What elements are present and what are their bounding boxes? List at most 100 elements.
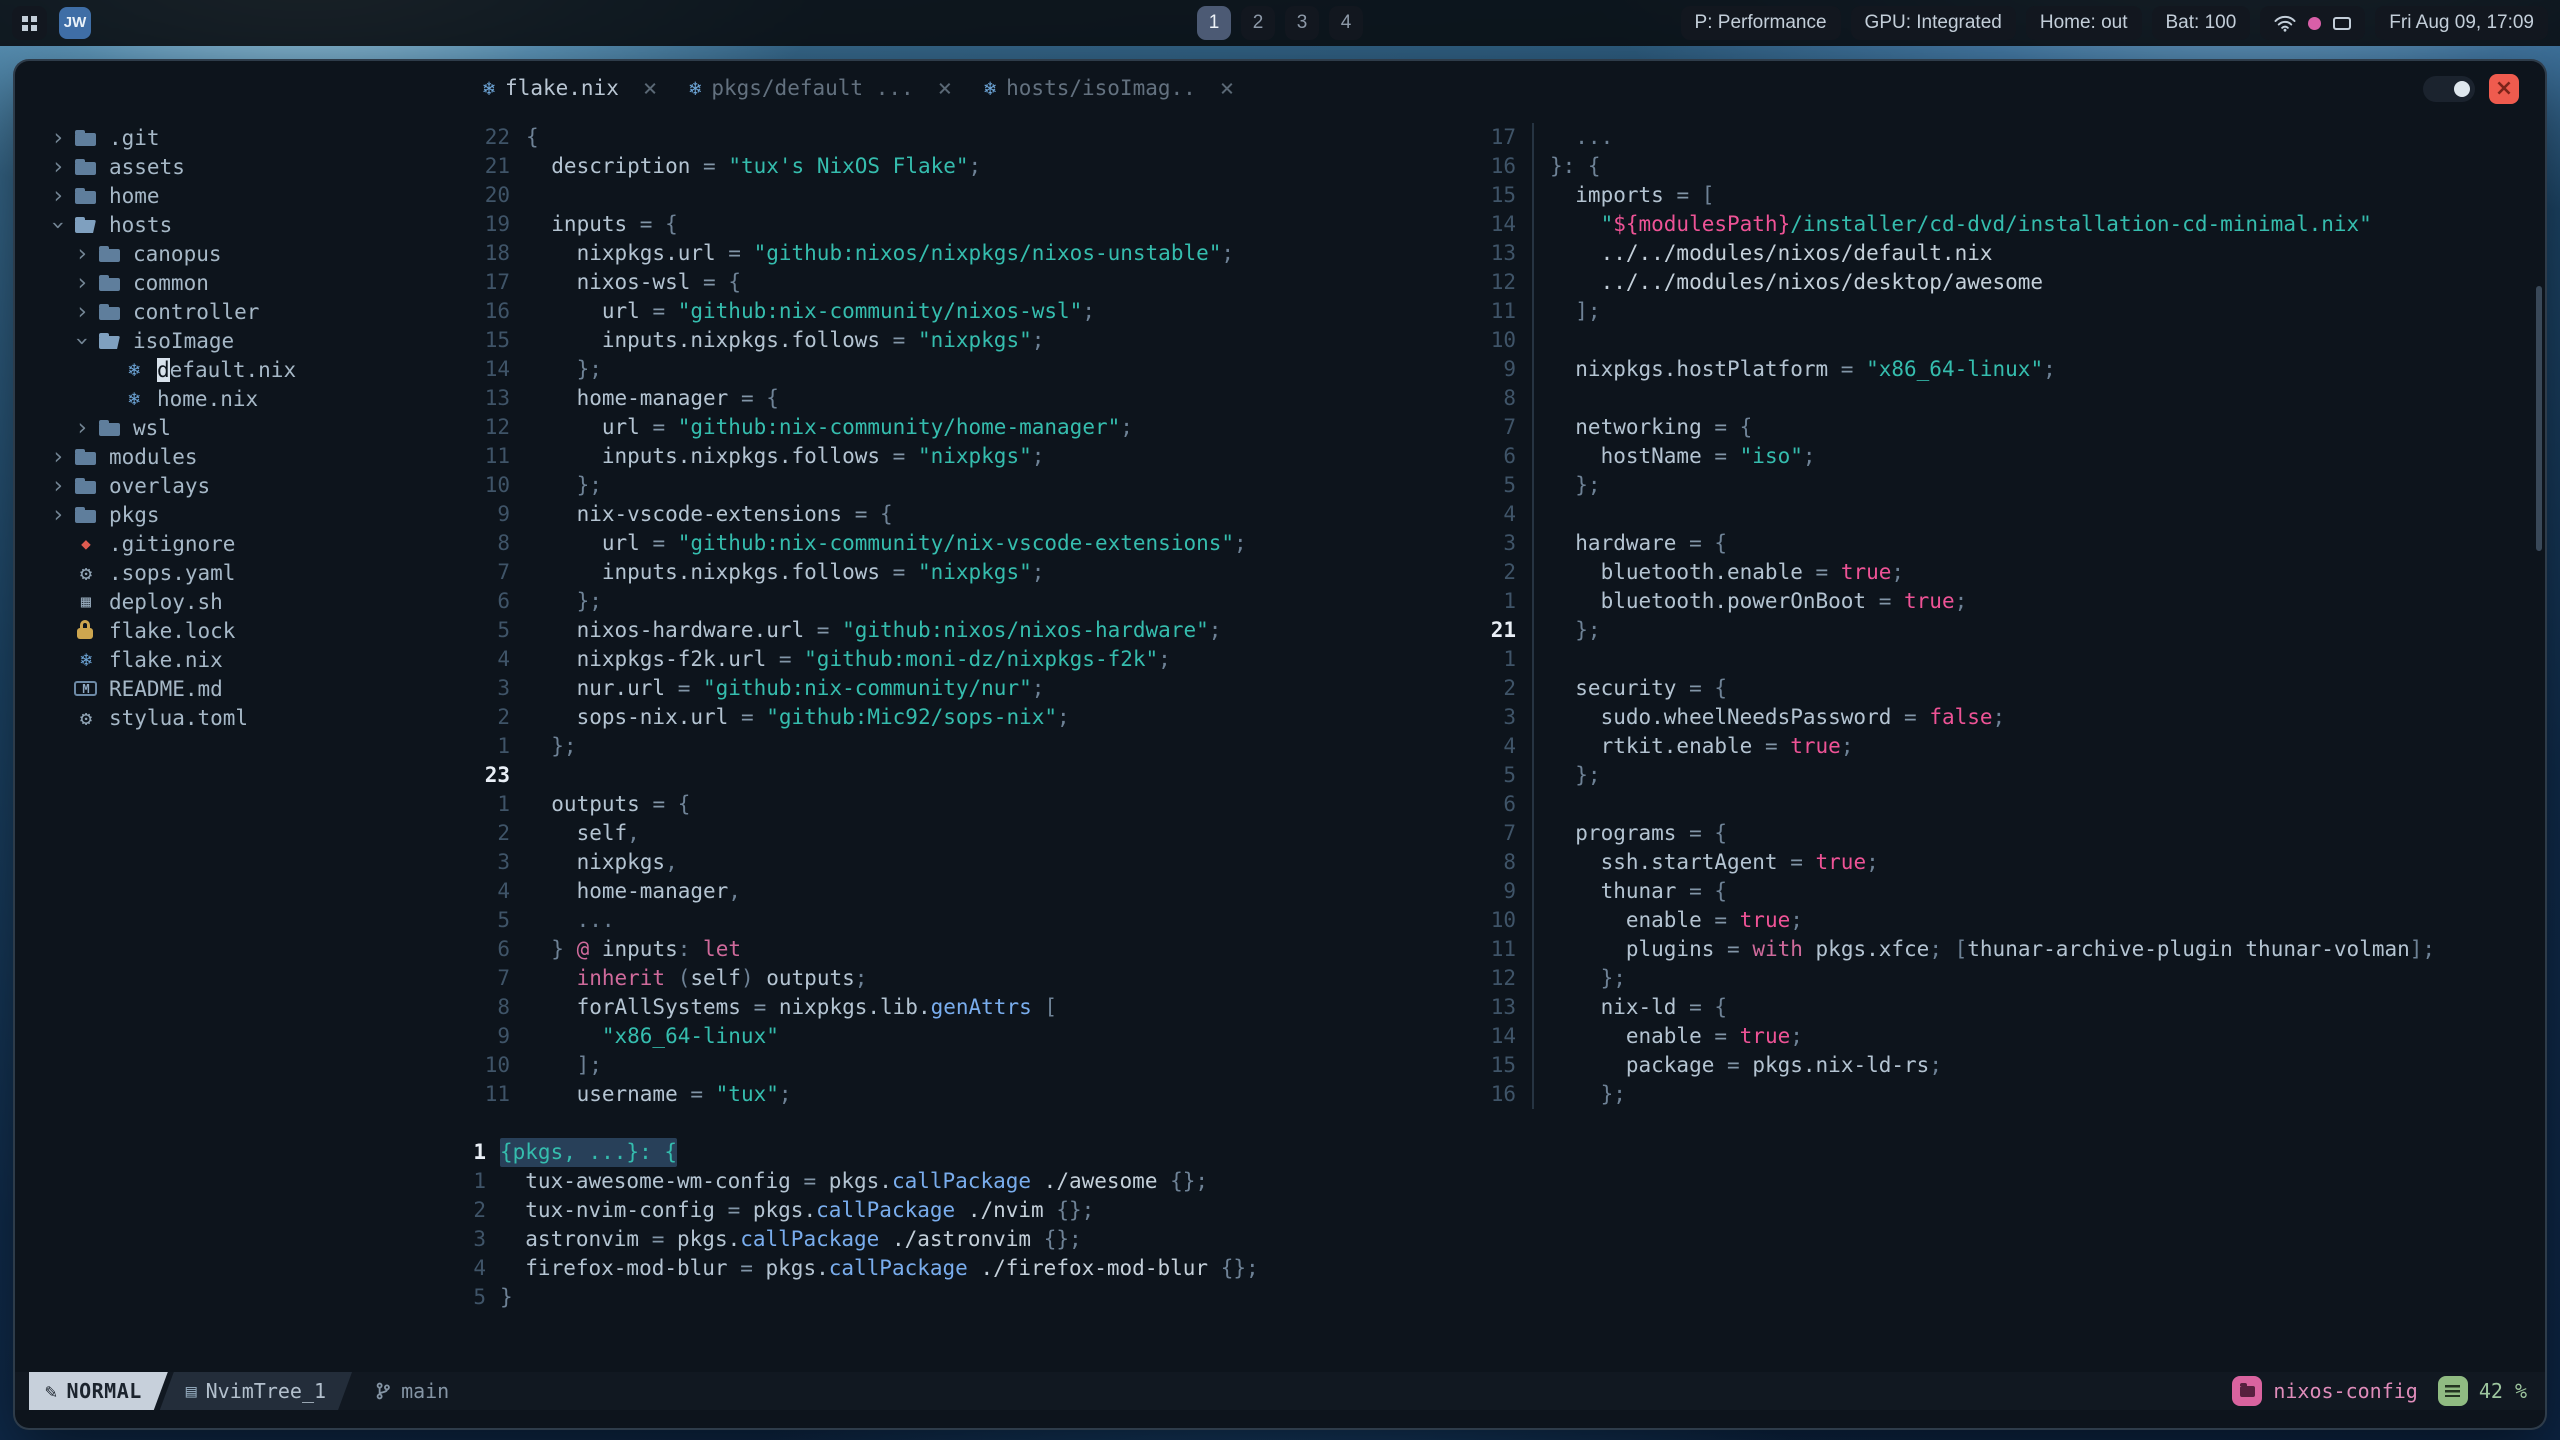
editor-tab[interactable]: ❄ hosts/isoImag.. × xyxy=(968,61,1250,115)
code-line[interactable]: 3 hardware = { xyxy=(1452,529,2545,558)
code-line[interactable]: 1 {pkgs, ...}: { xyxy=(446,1138,2545,1167)
code-line[interactable]: 14 "${modulesPath}/installer/cd-dvd/inst… xyxy=(1452,210,2545,239)
code-line[interactable]: 6 }; xyxy=(446,587,1452,616)
chevron-down-icon[interactable]: › xyxy=(69,328,95,354)
tray-indicators[interactable] xyxy=(2260,6,2366,40)
chevron-right-icon[interactable]: › xyxy=(45,183,71,209)
window-close-button[interactable]: × xyxy=(2489,74,2519,104)
code-line[interactable]: 9 thunar = { xyxy=(1452,877,2545,906)
code-line[interactable]: 9 "x86_64-linux" xyxy=(446,1022,1452,1051)
code-line[interactable]: 21 description = "tux's NixOS Flake"; xyxy=(446,152,1452,181)
tree-item-home.nix[interactable]: ❄ home.nix xyxy=(15,384,446,413)
chevron-right-icon[interactable]: › xyxy=(45,502,71,528)
code-line[interactable]: 2 sops-nix.url = "github:Mic92/sops-nix"… xyxy=(446,703,1452,732)
tree-item-.sops.yaml[interactable]: ⚙ .sops.yaml xyxy=(15,558,446,587)
code-line[interactable]: 10 ]; xyxy=(446,1051,1452,1080)
code-line[interactable]: 10 enable = true; xyxy=(1452,906,2545,935)
chevron-right-icon[interactable]: › xyxy=(69,270,95,296)
editor-tab[interactable]: ❄ pkgs/default ... × xyxy=(673,61,968,115)
code-line[interactable]: 16 url = "github:nix-community/nixos-wsl… xyxy=(446,297,1452,326)
code-line[interactable]: 6 hostName = "iso"; xyxy=(1452,442,2545,471)
code-line[interactable]: 15 inputs.nixpkgs.follows = "nixpkgs"; xyxy=(446,326,1452,355)
code-line[interactable]: 1 bluetooth.powerOnBoot = true; xyxy=(1452,587,2545,616)
workspace-4[interactable]: 4 xyxy=(1329,6,1363,40)
code-line[interactable]: 4 rtkit.enable = true; xyxy=(1452,732,2545,761)
code-line[interactable]: 12 url = "github:nix-community/home-mana… xyxy=(446,413,1452,442)
code-line[interactable]: 8 xyxy=(1452,384,2545,413)
code-line[interactable]: 14 }; xyxy=(446,355,1452,384)
topbar-module[interactable]: Bat: 100 xyxy=(2151,6,2251,40)
chevron-right-icon[interactable]: › xyxy=(45,473,71,499)
tree-item-README.md[interactable]: README.md xyxy=(15,674,446,703)
tree-item-.gitignore[interactable]: ◆ .gitignore xyxy=(15,529,446,558)
tree-item-deploy.sh[interactable]: ▦ deploy.sh xyxy=(15,587,446,616)
code-line[interactable]: 5 nixos-hardware.url = "github:nixos/nix… xyxy=(446,616,1452,645)
tree-item-wsl[interactable]: › wsl xyxy=(15,413,446,442)
code-line[interactable]: 1 tux-awesome-wm-config = pkgs.callPacka… xyxy=(446,1167,2545,1196)
tree-item-pkgs[interactable]: › pkgs xyxy=(15,500,446,529)
code-line[interactable]: 12 ../../modules/nixos/desktop/awesome xyxy=(1452,268,2545,297)
window-pin-toggle[interactable] xyxy=(2423,76,2475,102)
workspace-3[interactable]: 3 xyxy=(1285,6,1319,40)
code-line[interactable]: 11 username = "tux"; xyxy=(446,1080,1452,1109)
code-line[interactable]: 13 home-manager = { xyxy=(446,384,1452,413)
code-line[interactable]: 20 xyxy=(446,181,1452,210)
code-line[interactable]: 7 inherit (self) outputs; xyxy=(446,964,1452,993)
tree-item-flake.lock[interactable]: flake.lock xyxy=(15,616,446,645)
topbar-module[interactable]: GPU: Integrated xyxy=(1850,6,2016,40)
code-line[interactable]: 5} xyxy=(446,1283,2545,1312)
code-line[interactable]: 2 bluetooth.enable = true; xyxy=(1452,558,2545,587)
tree-item-canopus[interactable]: › canopus xyxy=(15,239,446,268)
app-launcher-button[interactable] xyxy=(12,6,47,40)
code-line[interactable]: 23 xyxy=(446,761,1452,790)
code-line[interactable]: 9 nix-vscode-extensions = { xyxy=(446,500,1452,529)
tree-item-default.nix[interactable]: ❄ default.nix xyxy=(15,355,446,384)
code-line[interactable]: 16}: { xyxy=(1452,152,2545,181)
code-line[interactable]: 3 nur.url = "github:nix-community/nur"; xyxy=(446,674,1452,703)
close-tab-icon[interactable]: × xyxy=(938,74,952,102)
chevron-down-icon[interactable]: › xyxy=(45,212,71,238)
code-line[interactable]: 7 inputs.nixpkgs.follows = "nixpkgs"; xyxy=(446,558,1452,587)
code-line[interactable]: 10 }; xyxy=(446,471,1452,500)
code-line[interactable]: 11 plugins = with pkgs.xfce; [thunar-arc… xyxy=(1452,935,2545,964)
code-line[interactable]: 8 ssh.startAgent = true; xyxy=(1452,848,2545,877)
topbar-module[interactable]: P: Performance xyxy=(1680,6,1841,40)
tree-item-hosts[interactable]: › hosts xyxy=(15,210,446,239)
code-line[interactable]: 12 }; xyxy=(1452,964,2545,993)
code-line[interactable]: 3 astronvim = pkgs.callPackage ./astronv… xyxy=(446,1225,2545,1254)
chevron-right-icon[interactable]: › xyxy=(45,125,71,151)
tree-item-common[interactable]: › common xyxy=(15,268,446,297)
code-line[interactable]: 8 forAllSystems = nixpkgs.lib.genAttrs [ xyxy=(446,993,1452,1022)
code-line[interactable]: 5 ... xyxy=(446,906,1452,935)
logo-badge[interactable]: JW xyxy=(59,7,91,39)
chevron-right-icon[interactable]: › xyxy=(69,241,95,267)
chevron-right-icon[interactable]: › xyxy=(69,299,95,325)
close-tab-icon[interactable]: × xyxy=(1220,74,1234,102)
code-line[interactable]: 4 home-manager, xyxy=(446,877,1452,906)
code-line[interactable]: 3 nixpkgs, xyxy=(446,848,1452,877)
code-line[interactable]: 7 networking = { xyxy=(1452,413,2545,442)
chevron-right-icon[interactable]: › xyxy=(45,444,71,470)
code-line[interactable]: 21 }; xyxy=(1452,616,2545,645)
code-line[interactable]: 14 enable = true; xyxy=(1452,1022,2545,1051)
code-line[interactable]: 6 } @ inputs: let xyxy=(446,935,1452,964)
code-line[interactable]: 2 self, xyxy=(446,819,1452,848)
close-tab-icon[interactable]: × xyxy=(643,74,657,102)
code-line[interactable]: 13 ../../modules/nixos/default.nix xyxy=(1452,239,2545,268)
tree-item-overlays[interactable]: › overlays xyxy=(15,471,446,500)
code-line[interactable]: 7 programs = { xyxy=(1452,819,2545,848)
code-line[interactable]: 5 }; xyxy=(1452,761,2545,790)
tree-item-.git[interactable]: › .git xyxy=(15,123,446,152)
code-line[interactable]: 8 url = "github:nix-community/nix-vscode… xyxy=(446,529,1452,558)
code-line[interactable]: 3 sudo.wheelNeedsPassword = false; xyxy=(1452,703,2545,732)
code-line[interactable]: 4 xyxy=(1452,500,2545,529)
code-line[interactable]: 15 imports = [ xyxy=(1452,181,2545,210)
code-line[interactable]: 4 firefox-mod-blur = pkgs.callPackage ./… xyxy=(446,1254,2545,1283)
tree-item-home[interactable]: › home xyxy=(15,181,446,210)
topbar-module[interactable]: Home: out xyxy=(2025,6,2142,40)
code-line[interactable]: 6 xyxy=(1452,790,2545,819)
tree-item-flake.nix[interactable]: ❄ flake.nix xyxy=(15,645,446,674)
code-line[interactable]: 15 package = pkgs.nix-ld-rs; xyxy=(1452,1051,2545,1080)
code-line[interactable]: 1 outputs = { xyxy=(446,790,1452,819)
code-line[interactable]: 22 { xyxy=(446,123,1452,152)
